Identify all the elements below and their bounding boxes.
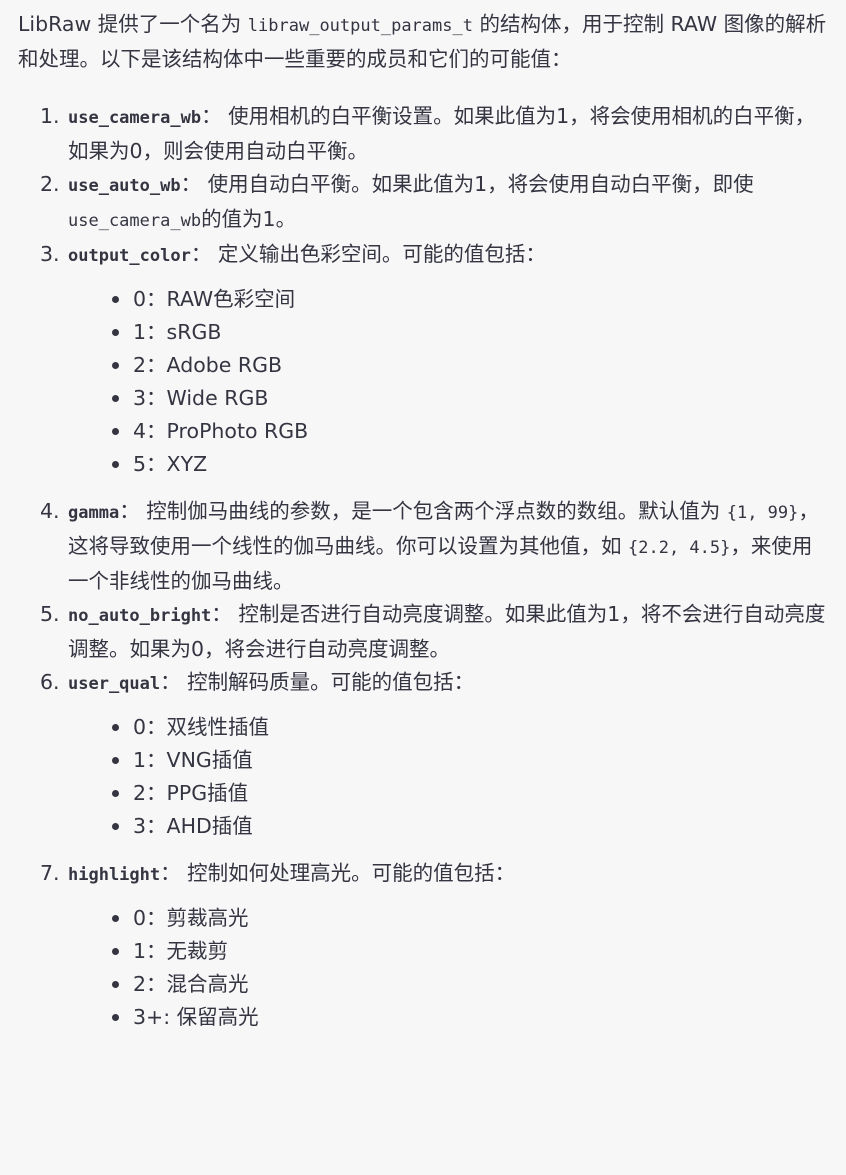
list-number: 3. (40, 242, 60, 266)
param-name: use_camera_wb (68, 108, 202, 128)
bullet-icon (112, 948, 119, 955)
list-item: 5：XYZ (106, 448, 830, 481)
param-separator: ： (201, 104, 222, 128)
value-text: 2：Adobe RGB (133, 353, 283, 377)
param-name: highlight (68, 865, 161, 885)
bullet-icon (112, 915, 119, 922)
param-separator: ： (190, 242, 212, 266)
bullet-icon (112, 757, 119, 764)
bullet-icon (112, 981, 119, 988)
value-text: 2：混合高光 (133, 972, 249, 996)
bullet-icon (112, 461, 119, 468)
list-number: 6. (40, 670, 60, 694)
list-item: 3+: 保留高光 (106, 1001, 830, 1034)
bullet-icon (112, 790, 119, 797)
bullet-icon (112, 1014, 119, 1021)
list-item: 1：sRGB (106, 316, 830, 349)
param-description: 定义输出色彩空间。可能的值包括： (211, 242, 546, 266)
param-item-gamma: 4. gamma： 控制伽马曲线的参数，是一个包含两个浮点数的数组。默认值为 {1… (40, 495, 830, 598)
value-text: 3：AHD插值 (133, 814, 253, 838)
bullet-icon (112, 428, 119, 435)
value-text: 0：双线性插值 (133, 715, 270, 739)
param-item-highlight: 7. highlight： 控制如何处理高光。可能的值包括： 0：剪裁高光 1：无… (40, 857, 830, 1034)
inline-code: use_camera_wb (68, 211, 202, 231)
list-item: 3：AHD插值 (106, 810, 830, 843)
param-item-user-qual: 6. user_qual： 控制解码质量。可能的值包括： 0：双线性插值 1：VN… (40, 666, 830, 843)
list-item: 2：混合高光 (106, 968, 830, 1001)
param-separator: ： (160, 861, 181, 885)
param-item-use-camera-wb: 1. use_camera_wb： 使用相机的白平衡设置。如果此值为1，将会使用相… (40, 100, 830, 168)
value-list: 0：RAW色彩空间 1：sRGB 2：Adobe RGB 3：Wide RGB … (68, 283, 830, 481)
value-text: 0：RAW色彩空间 (133, 287, 296, 311)
param-list: 1. use_camera_wb： 使用相机的白平衡设置。如果此值为1，将会使用相… (18, 100, 830, 1034)
list-item: 1：无裁剪 (106, 935, 830, 968)
param-separator: ： (211, 602, 232, 626)
bullet-icon (112, 823, 119, 830)
bullet-icon (112, 329, 119, 336)
list-number: 2. (40, 172, 60, 196)
value-text: 4：ProPhoto RGB (133, 419, 309, 443)
param-description-end: 的值为1。 (201, 207, 297, 231)
value-list: 0：双线性插值 1：VNG插值 2：PPG插值 3：AHD插值 (68, 711, 830, 843)
param-description: 控制伽马曲线的参数，是一个包含两个浮点数的数组。默认值为 (139, 499, 727, 523)
param-item-no-auto-bright: 5. no_auto_bright： 控制是否进行自动亮度调整。如果此值为1，将不… (40, 598, 830, 666)
value-text: 3：Wide RGB (133, 386, 269, 410)
value-list: 0：剪裁高光 1：无裁剪 2：混合高光 3+: 保留高光 (68, 902, 830, 1034)
param-description: 使用自动白平衡。如果此值为1，将会使用自动白平衡，即使 (201, 172, 754, 196)
bullet-icon (112, 296, 119, 303)
param-description: 控制如何处理高光。可能的值包括： (180, 861, 516, 885)
list-item: 3：Wide RGB (106, 382, 830, 415)
inline-code-example: {2.2, 4.5} (628, 538, 731, 558)
value-text: 2：PPG插值 (133, 781, 249, 805)
param-separator: ： (180, 172, 202, 196)
list-number: 7. (40, 861, 60, 885)
document-body: LibRaw 提供了一个名为 libraw_output_params_t 的结… (18, 0, 830, 1048)
param-item-output-color: 3. output_color： 定义输出色彩空间。可能的值包括： 0：RAW色彩… (40, 238, 830, 481)
param-separator: ： (119, 499, 140, 523)
list-item: 0：双线性插值 (106, 711, 830, 744)
param-description: 控制解码质量。可能的值包括： (180, 670, 475, 694)
bullet-icon (112, 395, 119, 402)
list-number: 1. (40, 104, 60, 128)
param-name: gamma (68, 503, 120, 523)
intro-paragraph: LibRaw 提供了一个名为 libraw_output_params_t 的结… (18, 0, 830, 76)
intro-text-1: LibRaw 提供了一个名为 (18, 12, 248, 36)
value-text: 1：sRGB (133, 320, 222, 344)
inline-code-default: {1, 99} (726, 503, 799, 523)
list-number: 5. (40, 602, 60, 626)
intro-struct-code: libraw_output_params_t (247, 16, 473, 36)
value-text: 1：VNG插值 (133, 748, 253, 772)
list-number: 4. (40, 499, 60, 523)
list-item: 4：ProPhoto RGB (106, 415, 830, 448)
param-separator: ： (160, 670, 181, 694)
bullet-icon (112, 724, 119, 731)
value-text: 0：剪裁高光 (133, 906, 249, 930)
param-name: use_auto_wb (68, 176, 181, 196)
list-item: 0：剪裁高光 (106, 902, 830, 935)
param-item-use-auto-wb: 2. use_auto_wb： 使用自动白平衡。如果此值为1，将会使用自动白平衡，… (40, 168, 830, 238)
list-item: 2：Adobe RGB (106, 349, 830, 382)
list-item: 1：VNG插值 (106, 744, 830, 777)
param-name: output_color (68, 246, 191, 266)
param-name: no_auto_bright (68, 606, 212, 626)
bullet-icon (112, 362, 119, 369)
value-text: 1：无裁剪 (133, 939, 229, 963)
list-item: 2：PPG插值 (106, 777, 830, 810)
param-name: user_qual (68, 674, 161, 694)
value-text: 3+: 保留高光 (133, 1005, 259, 1029)
list-item: 0：RAW色彩空间 (106, 283, 830, 316)
value-text: 5：XYZ (133, 452, 208, 476)
